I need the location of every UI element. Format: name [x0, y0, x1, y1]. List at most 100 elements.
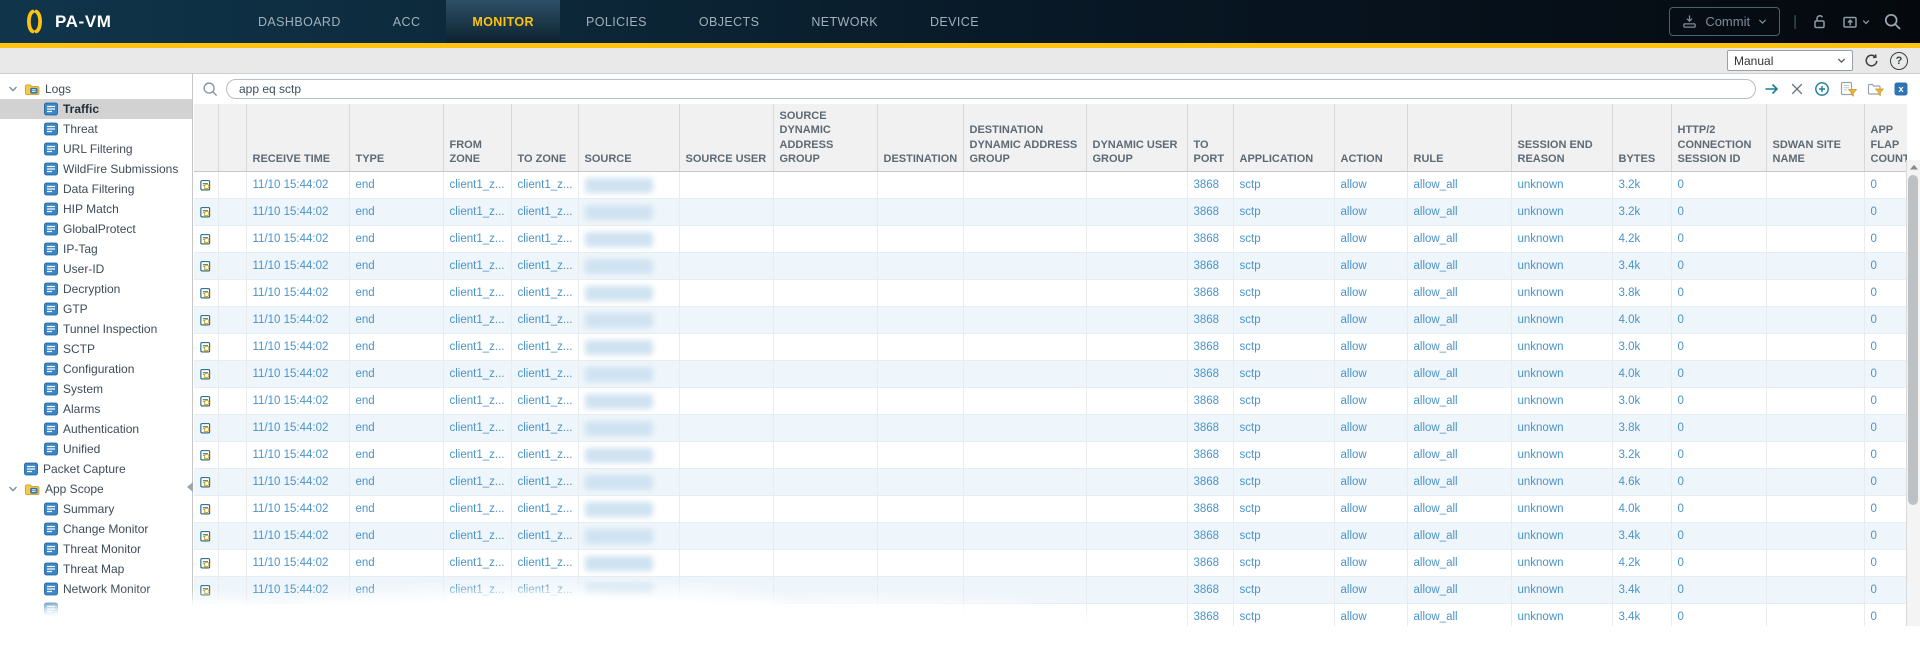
cell-receive-time[interactable]: 11/10 15:44:02 — [246, 522, 350, 551]
scroll-up-icon[interactable] — [1907, 160, 1920, 173]
cell-action[interactable]: allow — [1334, 387, 1408, 416]
cell-type[interactable]: end — [349, 279, 444, 308]
cell-to-zone[interactable]: client1_z... — [511, 306, 579, 335]
cell-type[interactable]: end — [349, 387, 444, 416]
cell-action[interactable]: allow — [1334, 468, 1408, 497]
cell-application[interactable]: sctp — [1233, 441, 1335, 470]
log-detail-icon[interactable] — [200, 340, 212, 355]
cell-bytes[interactable]: 3.4k — [1612, 522, 1672, 551]
column-header-source-user[interactable]: SOURCE USER — [679, 104, 774, 173]
cell-from-zone[interactable]: client1_z... — [443, 495, 512, 524]
cell-rule[interactable]: allow_all — [1407, 252, 1512, 281]
cell-bytes[interactable]: 3.8k — [1612, 279, 1672, 308]
cell-http2-connection-session-id[interactable]: 0 — [1671, 549, 1767, 578]
cell-type[interactable]: end — [349, 549, 444, 578]
nav-tab-acc[interactable]: ACC — [367, 0, 447, 43]
cell-receive-time[interactable]: 11/10 15:44:02 — [246, 549, 350, 578]
cell-receive-time[interactable]: 11/10 15:44:02 — [246, 360, 350, 389]
cell-receive-time[interactable]: 11/10 15:44:02 — [246, 468, 350, 497]
cell-session-end-reason[interactable]: unknown — [1511, 225, 1613, 254]
cell-application[interactable]: sctp — [1233, 171, 1335, 200]
cell-action[interactable]: allow — [1334, 522, 1408, 551]
cell-action[interactable]: allow — [1334, 306, 1408, 335]
cell-application[interactable]: sctp — [1233, 468, 1335, 497]
cell-to-port[interactable]: 3868 — [1187, 198, 1234, 227]
cell-type[interactable]: end — [349, 198, 444, 227]
cell-app-flap-count[interactable]: 0 — [1864, 414, 1907, 443]
cell-to-zone[interactable]: client1_z... — [511, 198, 579, 227]
cell-to-port[interactable]: 3868 — [1187, 441, 1234, 470]
cell-rule[interactable]: allow_all — [1407, 333, 1512, 362]
column-header-rule[interactable]: RULE — [1407, 104, 1512, 173]
cell-to-port[interactable]: 3868 — [1187, 549, 1234, 578]
cell-rule[interactable]: allow_all — [1407, 441, 1512, 470]
log-detail-icon[interactable] — [200, 394, 212, 409]
cell-http2-connection-session-id[interactable]: 0 — [1671, 333, 1767, 362]
cell-rule[interactable]: allow_all — [1407, 306, 1512, 335]
cell-http2-connection-session-id[interactable]: 0 — [1671, 360, 1767, 389]
load-filter-icon[interactable] — [1867, 81, 1884, 97]
cell-receive-time[interactable]: 11/10 15:44:02 — [246, 171, 350, 200]
log-detail-icon[interactable] — [200, 475, 212, 490]
sidebar-item-data-filtering[interactable]: Data Filtering — [0, 179, 192, 199]
cell-type[interactable]: end — [349, 171, 444, 200]
column-header-destination[interactable]: DESTINATION — [877, 104, 964, 173]
sidebar-item-network-monitor[interactable]: Network Monitor — [0, 579, 192, 599]
cell-to-port[interactable]: 3868 — [1187, 306, 1234, 335]
sidebar-item-ip-tag[interactable]: IP-Tag — [0, 239, 192, 259]
cell-http2-connection-session-id[interactable]: 0 — [1671, 225, 1767, 254]
cell-receive-time[interactable]: 11/10 15:44:02 — [246, 279, 350, 308]
cell-bytes[interactable]: 4.2k — [1612, 225, 1672, 254]
cell-app-flap-count[interactable]: 0 — [1864, 387, 1907, 416]
cell-type[interactable]: end — [349, 333, 444, 362]
cell-app-flap-count[interactable]: 0 — [1864, 252, 1907, 281]
cell-action[interactable]: allow — [1334, 225, 1408, 254]
cell-session-end-reason[interactable]: unknown — [1511, 441, 1613, 470]
cell-application[interactable]: sctp — [1233, 306, 1335, 335]
cell-application[interactable]: sctp — [1233, 603, 1335, 626]
global-search-icon[interactable] — [1883, 12, 1902, 31]
cell-from-zone[interactable]: client1_z... — [443, 549, 512, 578]
cell-action[interactable]: allow — [1334, 198, 1408, 227]
cell-bytes[interactable]: 4.0k — [1612, 306, 1672, 335]
cell-from-zone[interactable]: client1_z... — [443, 279, 512, 308]
nav-tab-device[interactable]: DEVICE — [904, 0, 1005, 43]
cell-app-flap-count[interactable]: 0 — [1864, 333, 1907, 362]
cell-to-port[interactable]: 3868 — [1187, 360, 1234, 389]
cell-action[interactable]: allow — [1334, 414, 1408, 443]
cell-from-zone[interactable]: client1_z... — [443, 252, 512, 281]
sidebar-item-sctp[interactable]: SCTP — [0, 339, 192, 359]
clear-filter-icon[interactable] — [1790, 82, 1804, 96]
column-header-flag[interactable] — [218, 104, 247, 173]
column-header-sdwan-site-name[interactable]: SDWAN SITE NAME — [1766, 104, 1865, 173]
cell-rule[interactable]: allow_all — [1407, 576, 1512, 605]
cell-to-zone[interactable]: client1_z... — [511, 468, 579, 497]
cell-to-zone[interactable]: client1_z... — [511, 414, 579, 443]
cell-app-flap-count[interactable]: 0 — [1864, 225, 1907, 254]
cell-http2-connection-session-id[interactable]: 0 — [1671, 468, 1767, 497]
column-header-destination-dynamic-address-group[interactable]: DESTINATION DYNAMIC ADDRESS GROUP — [963, 104, 1087, 173]
cell-http2-connection-session-id[interactable]: 0 — [1671, 522, 1767, 551]
apply-filter-icon[interactable] — [1764, 81, 1780, 97]
column-header-http2-connection-session-id[interactable]: HTTP/2 CONNECTION SESSION ID — [1671, 104, 1767, 173]
cell-action[interactable]: allow — [1334, 441, 1408, 470]
chevron-down-icon[interactable] — [6, 84, 19, 94]
cell-to-zone[interactable]: client1_z... — [511, 549, 579, 578]
cell-to-port[interactable]: 3868 — [1187, 171, 1234, 200]
cell-to-port[interactable]: 3868 — [1187, 225, 1234, 254]
nav-tab-network[interactable]: NETWORK — [785, 0, 904, 43]
column-header-dynamic-user-group[interactable]: DYNAMIC USER GROUP — [1086, 104, 1188, 173]
cell-app-flap-count[interactable]: 0 — [1864, 441, 1907, 470]
cell-rule[interactable]: allow_all — [1407, 360, 1512, 389]
log-detail-icon[interactable] — [200, 421, 212, 436]
cell-http2-connection-session-id[interactable]: 0 — [1671, 279, 1767, 308]
chevron-down-icon[interactable] — [6, 484, 19, 494]
sidebar-item-unified[interactable]: Unified — [0, 439, 192, 459]
column-header-type[interactable]: TYPE — [349, 104, 444, 173]
cell-action[interactable]: allow — [1334, 252, 1408, 281]
cell-session-end-reason[interactable]: unknown — [1511, 279, 1613, 308]
sidebar-item-gtp[interactable]: GTP — [0, 299, 192, 319]
log-detail-icon[interactable] — [200, 529, 212, 544]
cell-session-end-reason[interactable]: unknown — [1511, 171, 1613, 200]
cell-app-flap-count[interactable]: 0 — [1864, 171, 1907, 200]
